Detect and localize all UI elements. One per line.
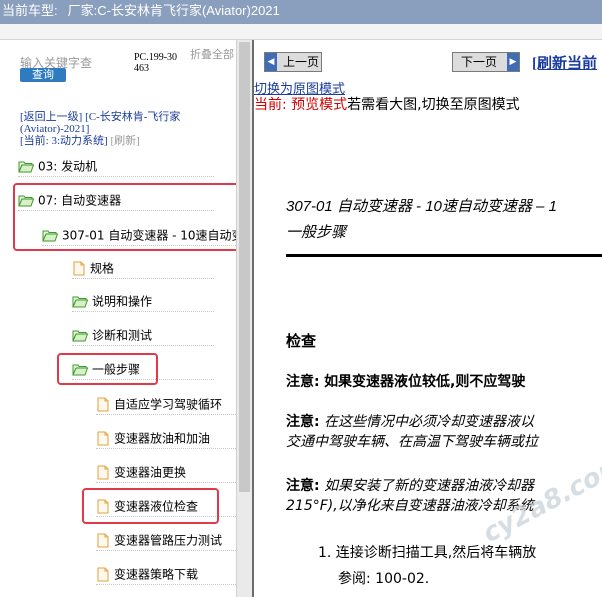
tree-node-specs[interactable]: 规格 (72, 257, 214, 279)
refresh-link[interactable]: [刷新] (110, 135, 139, 147)
preview-mode-label: 当前: 预览模式 (254, 97, 348, 113)
section-heading: 检查 (286, 332, 317, 350)
page-icon (97, 499, 109, 514)
tree-node-line-pressure-test[interactable]: 变速器管路压力测试 (96, 529, 236, 551)
folder-open-icon (72, 296, 88, 308)
folder-open-icon (72, 330, 88, 342)
folder-open-icon (42, 230, 58, 242)
caution-note-3: 注意: 如果安装了新的变速器油液冷却器 215°F),以净化来自变速器油液冷却系… (286, 478, 535, 514)
page-icon (97, 533, 109, 548)
tree-node-description[interactable]: 说明和操作 (72, 290, 214, 312)
page-icon (97, 397, 109, 412)
breadcrumb: [返回上一级] [C-长安林肯-飞行家(Aviator)-2021] [当前: … (20, 111, 232, 147)
page-icon (97, 567, 109, 582)
caution-note-2: 注意: 在这些情况中必须冷却变速器液以 交通中驾驶车辆、在高温下驾驶车辆或拉 (286, 414, 538, 450)
back-link[interactable]: [返回上一级] (20, 111, 82, 123)
tree-node-engine[interactable]: 03: 发动机 (18, 155, 214, 177)
tree-node-auto-transmission[interactable]: 07: 自动变速器 (18, 189, 214, 211)
arrow-right-icon: ▶ (507, 53, 519, 71)
folder-open-icon (18, 195, 34, 207)
current-location: [当前: 3:动力系统] (20, 135, 108, 147)
prev-page-button[interactable]: ◀ 上一页 (264, 52, 322, 72)
procedure-step-1: 1. 连接诊断扫描工具,然后将车辆放 参阅: 100-02. (318, 545, 537, 587)
scrollbar-thumb[interactable] (239, 42, 250, 492)
tree-node-strategy-download[interactable]: 变速器策略下载 (96, 563, 236, 585)
page-icon (73, 261, 85, 276)
pc-code: PC.199-30463 (134, 52, 178, 74)
tree-node-diagnosis[interactable]: 诊断和测试 (72, 324, 214, 346)
query-button[interactable]: 查询 (20, 68, 66, 82)
window-title-bar: 当前车型: 厂家:C-长安林肯飞行家(Aviator)2021 (0, 0, 602, 24)
page-icon (97, 431, 109, 446)
tree-node-general-procedures[interactable]: 一般步骤 (72, 358, 214, 380)
tree-node-adaptive-learning[interactable]: 自适应学习驾驶循环 (96, 393, 236, 415)
sidebar-scrollbar[interactable] (236, 40, 252, 597)
tree-node-307-01[interactable]: 307-01 自动变速器 - 10速自动变 (42, 224, 236, 246)
sidebar-tree-panel: 输入关键字查 查询 PC.199-30463 折叠全部 [返回上一级] [C-长… (0, 40, 236, 597)
folder-open-icon (18, 161, 34, 173)
page-icon (97, 465, 109, 480)
collapse-all-link[interactable]: 折叠全部 (190, 49, 234, 61)
tree-node-drain-refill[interactable]: 变速器放油和加油 (96, 427, 236, 449)
title-label: 当前车型: (2, 3, 58, 18)
preview-mode-hint: 若需看大图,切换至原图模式 (347, 97, 520, 113)
next-page-button[interactable]: 下一页 ▶ (452, 52, 520, 72)
vehicle-title: 厂家:C-长安林肯飞行家(Aviator)2021 (67, 3, 280, 18)
refresh-current-link[interactable]: [刷新当前 (532, 52, 597, 73)
title-divider (286, 254, 602, 257)
tree-node-fluid-level-check[interactable]: 变速器液位检查 (96, 495, 236, 517)
document-title: 307-01 自动变速器 - 10速自动变速器 – 1 一般步骤 (286, 198, 557, 241)
folder-open-icon (72, 364, 88, 376)
arrow-left-icon: ◀ (265, 53, 277, 71)
tree-node-fluid-change[interactable]: 变速器油更换 (96, 461, 236, 483)
document-panel: ◀ 上一页 下一页 ▶ [刷新当前 切换为原图模式 当前: 预览模式若需看大图,切换… (254, 40, 602, 597)
toolbar-strip (0, 24, 602, 40)
preview-mode-status: 当前: 预览模式若需看大图,切换至原图模式 (254, 94, 520, 114)
caution-note-1: 注意: 如果变速器液位较低,则不应驾驶 (286, 374, 526, 390)
